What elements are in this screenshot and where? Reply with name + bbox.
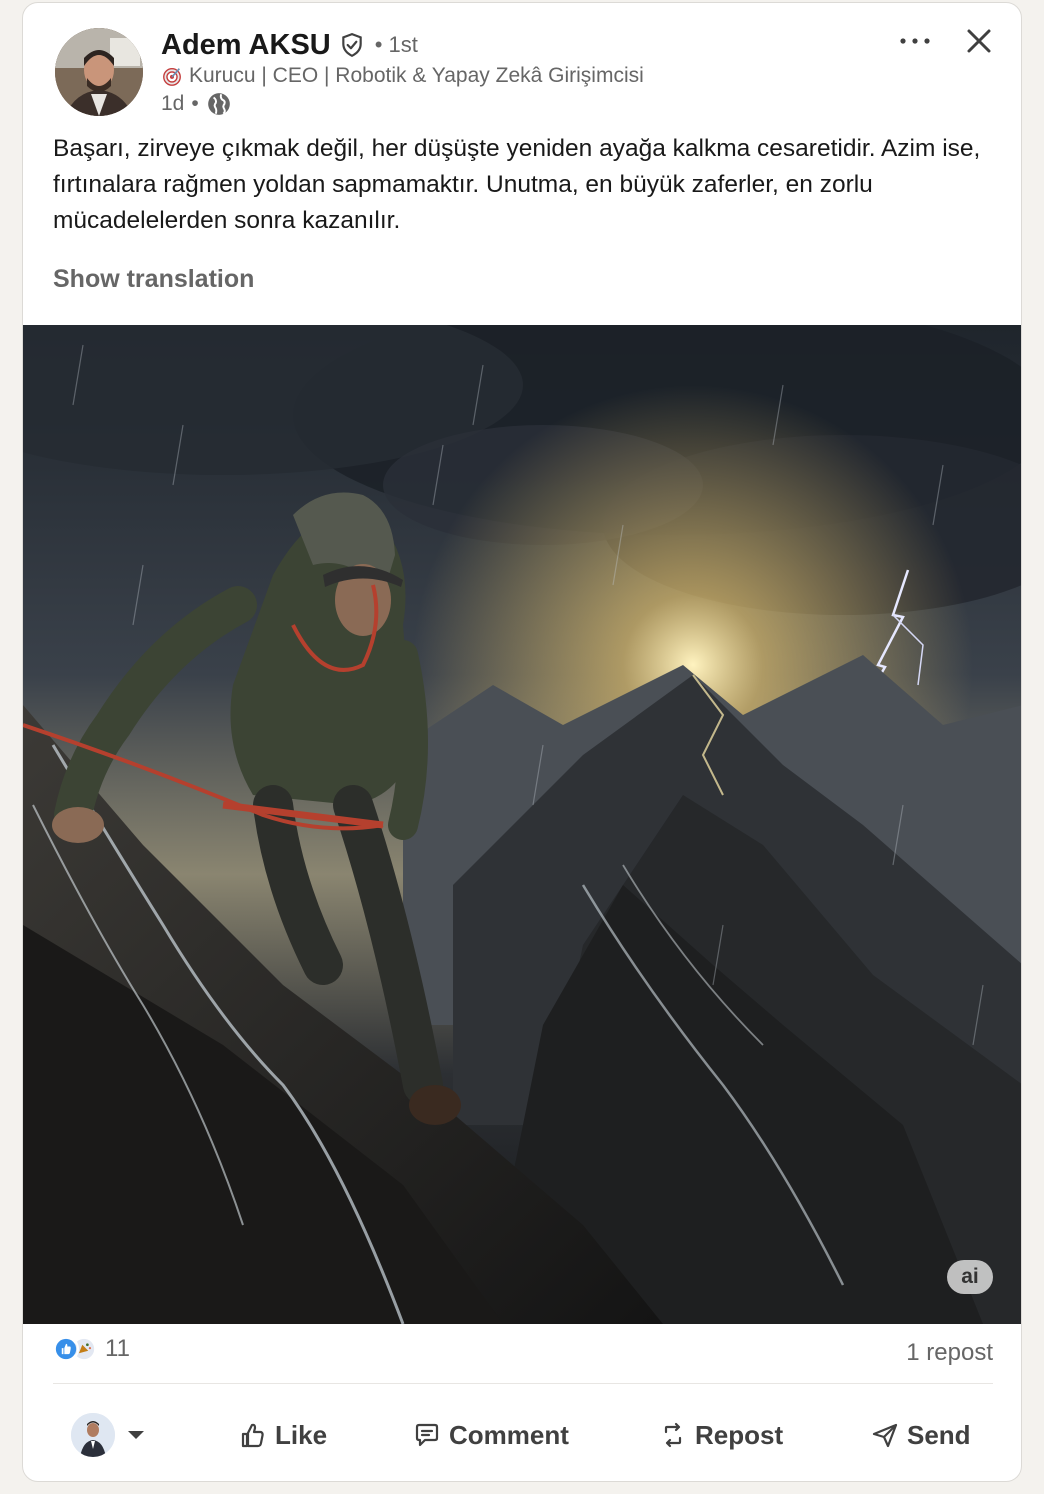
post-card: Adem AKSU • 1st Kurucu | CEO | Robotik &… — [22, 2, 1022, 1482]
globe-icon — [207, 93, 230, 115]
post-meta-row: 1d • — [161, 89, 232, 119]
like-reaction-icon — [53, 1336, 79, 1362]
action-bar: Like Comment Repost Send — [53, 1399, 993, 1471]
repost-icon — [664, 1422, 682, 1448]
send-icon — [872, 1423, 898, 1448]
repost-count[interactable]: 1 repost — [906, 1339, 993, 1367]
reactions-summary[interactable]: 11 — [53, 1335, 130, 1363]
send-button[interactable]: Send — [871, 1413, 971, 1457]
thumbs-up-icon — [241, 1423, 264, 1448]
reaction-count: 11 — [105, 1335, 130, 1362]
repost-label: Repost — [695, 1419, 784, 1450]
ellipsis-icon — [900, 38, 930, 44]
post-image[interactable]: ai — [23, 325, 1021, 1324]
chevron-down-icon — [128, 1431, 144, 1439]
like-label: Like — [275, 1419, 328, 1450]
divider — [53, 1383, 993, 1384]
post-text: Başarı, zirveye çıkmak değil, her düşüşt… — [53, 135, 981, 234]
verified-shield-icon — [341, 33, 362, 58]
more-options-button[interactable] — [891, 23, 939, 59]
connection-degree: • 1st — [374, 32, 418, 57]
close-button[interactable] — [957, 19, 1001, 63]
social-counts: 11 1 repost — [53, 1335, 993, 1375]
author-headline: Kurucu | CEO | Robotik & Yapay Zekâ Giri… — [189, 64, 644, 87]
comment-label: Comment — [449, 1419, 569, 1450]
actor-selector[interactable] — [71, 1413, 145, 1457]
author-avatar[interactable] — [55, 28, 143, 116]
comment-icon — [415, 1423, 439, 1447]
repost-button[interactable]: Repost — [659, 1413, 783, 1457]
actor-avatar — [71, 1413, 115, 1457]
show-translation-button[interactable]: Show translation — [53, 265, 254, 294]
meta-separator: • — [191, 92, 199, 115]
post-time: 1d — [161, 92, 185, 115]
like-button[interactable]: Like — [239, 1413, 327, 1457]
author-headline-row: Kurucu | CEO | Robotik & Yapay Zekâ Giri… — [161, 61, 644, 91]
author-name[interactable]: Adem AKSU — [161, 29, 331, 62]
close-icon — [967, 29, 991, 53]
ai-generated-badge[interactable]: ai — [947, 1260, 993, 1294]
author-name-row: Adem AKSU • 1st — [161, 25, 418, 65]
send-label: Send — [907, 1419, 971, 1450]
comment-button[interactable]: Comment — [413, 1413, 569, 1457]
target-icon — [163, 67, 181, 86]
